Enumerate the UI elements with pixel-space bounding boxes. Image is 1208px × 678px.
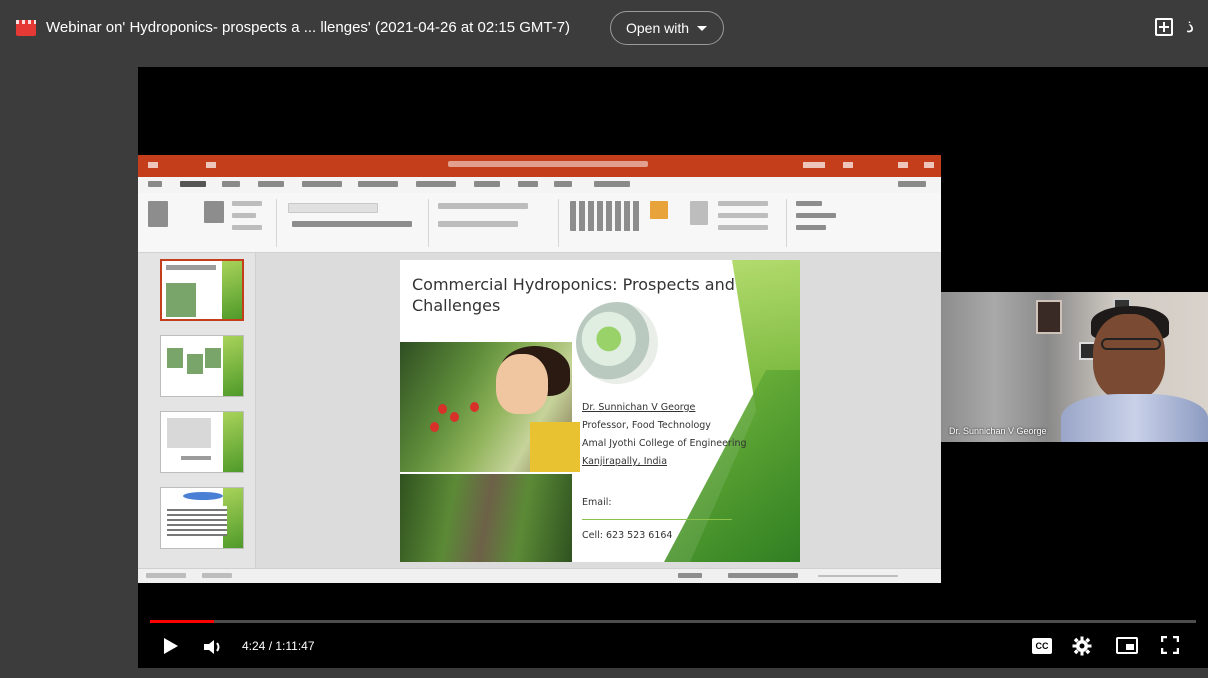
menu-review: [474, 181, 500, 187]
view-buttons: [728, 573, 798, 578]
ppt-ribbon: [138, 193, 941, 253]
ppt-maximize-icon: [898, 162, 908, 168]
arrange-icon: [650, 201, 668, 219]
shapes-gallery: [570, 201, 640, 231]
fullscreen-icon[interactable]: [1161, 636, 1179, 654]
shape-outline: [718, 213, 768, 218]
progress-fill: [150, 620, 214, 623]
paste-icon: [148, 201, 168, 227]
menu-slideshow: [416, 181, 456, 187]
section-btn: [232, 225, 262, 230]
email-label: Email:: [582, 497, 612, 508]
video-file-icon: [16, 20, 36, 36]
shape-fill: [718, 201, 768, 206]
menu-file: [148, 181, 162, 187]
ppt-user-name: [803, 162, 825, 168]
presenter-institution: Amal Jyothi College of Engineering: [582, 438, 747, 449]
open-with-label: Open with: [626, 20, 690, 36]
open-with-button[interactable]: Open with: [610, 11, 724, 45]
zoom-slider: [818, 575, 898, 577]
participant-name: Dr. Sunnichan V George: [949, 426, 1047, 436]
add-to-drive-icon[interactable]: [1155, 18, 1173, 36]
shared-screen: Commercial Hydroponics: Prospects and Ch…: [138, 155, 941, 583]
ribbon-separator: [428, 199, 429, 247]
paragraph-row-1: [438, 203, 528, 209]
ppt-status-bar: [138, 568, 941, 583]
menu-search: [594, 181, 630, 187]
viewer-top-bar: Webinar on' Hydroponics- prospects a ...…: [0, 0, 1208, 58]
file-title: Webinar on' Hydroponics- prospects a ...…: [46, 19, 571, 36]
gear-icon[interactable]: [1072, 636, 1092, 656]
ppt-save-icon: [148, 162, 158, 168]
video-player[interactable]: Commercial Hydroponics: Prospects and Ch…: [138, 67, 1208, 668]
ppt-menu-bar: [138, 177, 941, 193]
strawberry-girl-photo: [400, 342, 580, 472]
font-format-row: [292, 221, 412, 227]
select-btn: [796, 225, 826, 230]
email-link: [582, 512, 732, 520]
miniplayer-icon[interactable]: [1116, 637, 1138, 654]
font-box: [288, 203, 378, 213]
ppt-ribbon-icon: [843, 162, 853, 168]
slide-thumbnail: [160, 335, 244, 397]
menu-home: [180, 181, 206, 187]
quick-styles-icon: [690, 201, 708, 225]
ppt-undo-icon: [206, 162, 216, 168]
menu-design: [258, 181, 284, 187]
chevron-down-icon: [697, 25, 708, 31]
presenter-name: Dr. Sunnichan V George: [582, 402, 696, 413]
current-slide: Commercial Hydroponics: Prospects and Ch…: [400, 260, 800, 562]
new-slide-icon: [204, 201, 224, 223]
ppt-window-title: [448, 161, 648, 167]
drive-video-viewer: Webinar on' Hydroponics- prospects a ...…: [0, 0, 1208, 678]
captions-icon[interactable]: CC: [1032, 638, 1052, 654]
greenhouse-field-photo: [400, 474, 572, 562]
time-display: 4:24 / 1:11:47: [242, 639, 315, 653]
paragraph-row-2: [438, 221, 518, 227]
menu-insert: [222, 181, 240, 187]
volume-icon[interactable]: [204, 639, 226, 655]
hydroponic-plants-photo: [576, 302, 658, 384]
more-glyph: ذ: [1186, 16, 1195, 36]
slide-thumbnails: [138, 253, 256, 568]
slide-thumbnail: [160, 259, 244, 321]
language: [202, 573, 232, 578]
replace-btn: [796, 213, 836, 218]
menu-share: [898, 181, 926, 187]
menu-help: [554, 181, 572, 187]
slide-thumbnail: [160, 411, 244, 473]
cell-number: Cell: 623 523 6164: [582, 530, 673, 541]
slide-title: Commercial Hydroponics: Prospects and Ch…: [412, 275, 735, 315]
menu-view: [518, 181, 538, 187]
slide-thumbnail: [160, 487, 244, 549]
find-btn: [796, 201, 822, 206]
slide-count: [146, 573, 186, 578]
menu-transitions: [302, 181, 342, 187]
presenter-location: Kanjirapally, India: [582, 456, 668, 467]
progress-bar[interactable]: [150, 620, 1196, 623]
webcam-feed: Dr. Sunnichan V George: [941, 292, 1208, 442]
ribbon-separator: [558, 199, 559, 247]
presenter-role: Professor, Food Technology: [582, 420, 711, 431]
reset-btn: [232, 213, 256, 218]
ppt-title-bar: [138, 155, 941, 177]
notes-btn: [678, 573, 702, 578]
ribbon-separator: [276, 199, 277, 247]
ppt-close-icon: [924, 162, 934, 168]
layout-btn: [232, 201, 262, 206]
ribbon-separator: [786, 199, 787, 247]
play-icon[interactable]: [164, 638, 178, 654]
shape-effects: [718, 225, 768, 230]
menu-animations: [358, 181, 398, 187]
